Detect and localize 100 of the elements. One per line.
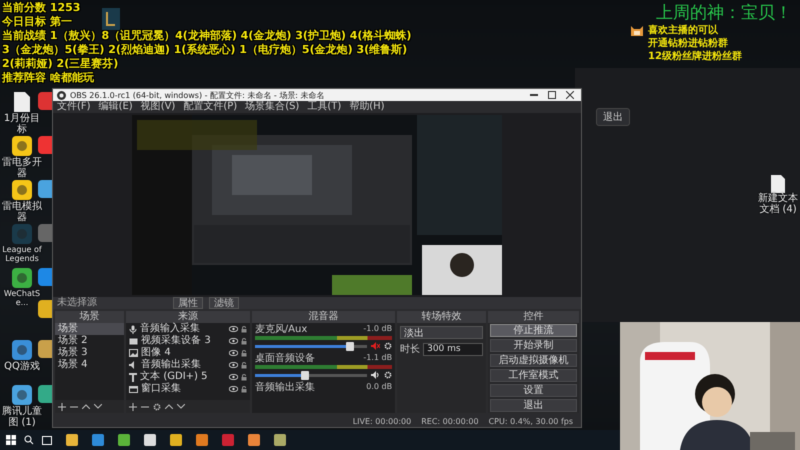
exit-button[interactable]: 退出 [596,108,630,126]
down-icon[interactable] [94,404,102,409]
app-icon[interactable] [12,385,32,405]
eye-icon[interactable] [228,338,238,344]
dock-title: 转场特效 [397,311,486,323]
channel-name: 麦克风/Aux [254,324,308,335]
lock-icon[interactable] [240,374,247,380]
overlay-text: 3（金龙炮）5(拳王) 2(烈焰迪迦) 1(系统恶心) 1（电疗炮）5(金龙炮) 3(维鲁斯) [2,43,408,57]
search-icon[interactable] [24,435,34,445]
menu-item[interactable]: 视图(V) [140,101,176,113]
lock-icon[interactable] [240,326,247,332]
gear-icon[interactable] [153,402,162,410]
down-icon[interactable] [177,404,186,409]
dock-title: 场景 [55,311,124,323]
dock-title: 混音器 [252,311,396,323]
image-icon [129,349,138,357]
app-icon[interactable] [12,340,32,360]
overlay-text: 当前战绩 1（敖兴）8（诅咒冠冕）4(龙神部落) 4(金龙炮) 3(护卫炮) 4(格斗蜘蛛) [2,29,412,43]
task-view-icon[interactable] [42,436,52,444]
volume-reading: 0.0 dB [366,382,392,393]
menu-item[interactable]: 文件(F) [57,101,91,113]
gear-icon[interactable] [384,371,392,379]
source-item[interactable]: 视频采集设备 3 [126,335,250,347]
scene-item[interactable]: 场景 4 [55,359,124,371]
banner-text: 开通钻粉进钻粉群 [648,37,729,50]
eye-icon[interactable] [228,350,238,356]
up-icon[interactable] [82,404,90,409]
scene-item[interactable]: 场景 [55,323,124,335]
overlay-text: 当前分数 1253 [2,1,80,15]
channel-name: 音频输出采集 [254,382,315,393]
dock-title: 来源 [126,311,250,323]
menu-item[interactable]: 配置文件(P) [183,101,238,113]
control-button[interactable]: 停止推流 [490,324,577,337]
duration-label: 时长 [400,342,420,356]
windows-icon[interactable] [6,435,16,445]
menu-item[interactable]: 编辑(E) [98,101,133,113]
transition-select[interactable]: 淡出 [400,326,484,339]
icon-label: 1月份目标 [2,113,42,135]
icon-label: 腾讯儿童图 (1) [1,406,43,428]
window-icon [129,386,138,392]
lock-icon[interactable] [240,386,247,392]
eye-icon[interactable] [228,326,238,332]
icon-label: 雷电多开器 [1,157,43,179]
icon-label: WeChatSe... [2,289,42,307]
source-item[interactable]: 音频输入采集 [126,323,250,335]
banner-text: 12级粉丝牌进粉丝群 [648,50,742,63]
scene-item[interactable]: 场景 2 [55,335,124,347]
control-button[interactable]: 工作室模式 [490,369,577,382]
source-item[interactable]: 窗口采集 [126,383,250,395]
source-item[interactable]: 文本 (GDI+) 5 [126,371,250,383]
overlay-text: 今日目标 第一 [2,15,72,29]
add-icon[interactable] [58,402,66,410]
app-icon[interactable] [12,136,32,156]
menu-item[interactable]: 场景集合(S) [245,101,300,113]
microphone-icon [129,324,138,334]
volume-reading: -1.1 dB [363,353,392,364]
icon-label: QQ游戏 [3,361,41,372]
cat-icon [630,24,644,36]
camera-icon [129,338,138,344]
channel-name: 桌面音频设备 [254,353,315,364]
document-icon[interactable] [771,175,785,193]
eye-icon[interactable] [228,362,238,368]
lock-icon[interactable] [240,338,247,344]
banner-text: 喜欢主播的可以 [648,24,719,37]
control-button[interactable]: 启动虚拟摄像机 [490,354,577,367]
source-button[interactable]: 滤镜 [209,297,239,309]
volume-reading: -1.0 dB [363,324,392,335]
duration-field[interactable]: 300 ms [423,342,484,356]
maximize-icon[interactable] [548,91,556,99]
rec-status: REC: 00:00:00 [421,416,479,426]
up-icon[interactable] [165,404,174,409]
menu-item[interactable]: 帮助(H) [349,101,385,113]
gear-icon[interactable] [384,342,392,350]
lock-icon[interactable] [240,362,247,368]
close-icon[interactable] [566,91,574,99]
icon-label: 雷电模拟器 [1,201,43,223]
scene-item[interactable]: 场景 3 [55,347,124,359]
eye-icon[interactable] [228,386,238,392]
document-icon[interactable] [14,92,30,112]
speaker-icon[interactable] [371,371,380,379]
source-item[interactable]: 音频输出采集 [126,359,250,371]
live-status: LIVE: 00:00:00 [352,416,412,426]
lock-icon[interactable] [240,350,247,356]
overlay-text: 推荐阵容 啥都能玩 [2,71,94,85]
icon-label: 新建文本文档 (4) [757,193,799,215]
control-button[interactable]: 开始录制 [490,339,577,352]
control-button[interactable]: 设置 [490,384,577,397]
source-item[interactable]: 图像 4 [126,347,250,359]
app-icon[interactable] [12,268,32,288]
menu-item[interactable]: 工具(T) [307,101,342,113]
overlay-text: 2(莉莉娅) 2(三星赛芬) [2,57,118,71]
window-title: OBS 26.1.0-rc1 (64-bit, windows) - 配置文件: 未命名 - 场景: 未命名 [70,90,326,100]
add-icon[interactable] [129,402,138,410]
app-icon[interactable] [12,180,32,200]
source-button[interactable]: 属性 [173,297,203,309]
control-button[interactable]: 退出 [490,399,577,412]
eye-icon[interactable] [228,374,238,380]
cpu-status: CPU: 0.4%, 30.00 fps [488,416,573,426]
no-source-label: 未选择源 [57,297,97,309]
text-icon [129,372,138,382]
